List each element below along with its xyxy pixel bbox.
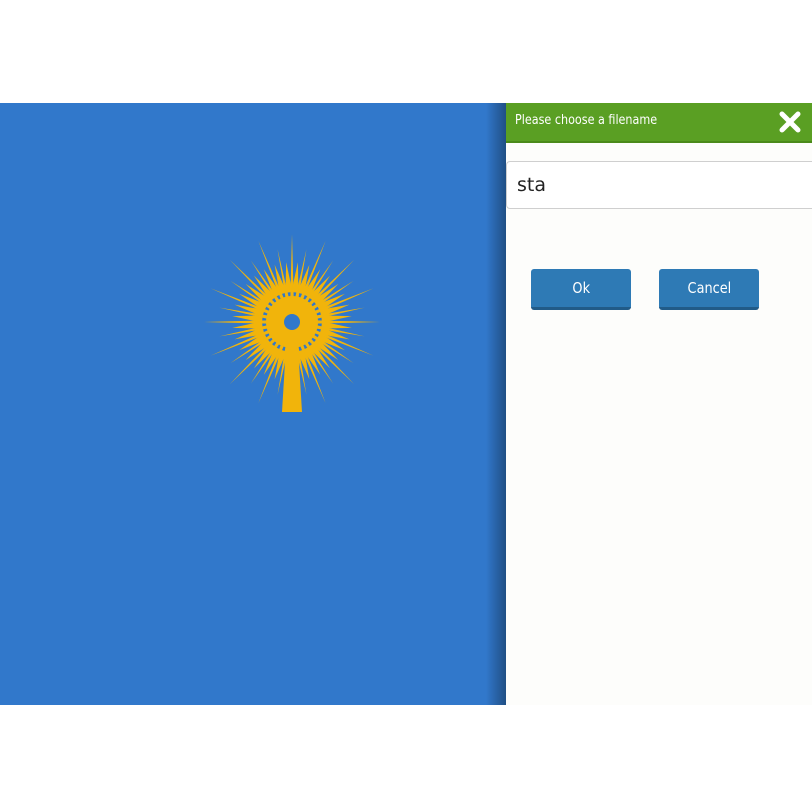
filename-input[interactable]	[506, 161, 812, 209]
cancel-button[interactable]: Cancel	[659, 269, 759, 310]
cancel-button-label: Cancel	[687, 279, 731, 297]
close-icon	[779, 111, 801, 133]
sun-icon	[204, 234, 380, 412]
ok-button-label: Ok	[572, 279, 590, 297]
canvas-edge-shadow	[486, 103, 506, 705]
close-button[interactable]	[778, 110, 802, 134]
app-window: Please choose a filename Ok Cancel	[0, 103, 812, 705]
dialog-header: Please choose a filename	[506, 103, 812, 143]
ok-button[interactable]: Ok	[531, 269, 631, 310]
drawing-canvas[interactable]	[0, 103, 506, 705]
save-dialog-panel: Please choose a filename Ok Cancel	[506, 103, 812, 705]
dialog-title: Please choose a filename	[515, 113, 658, 128]
